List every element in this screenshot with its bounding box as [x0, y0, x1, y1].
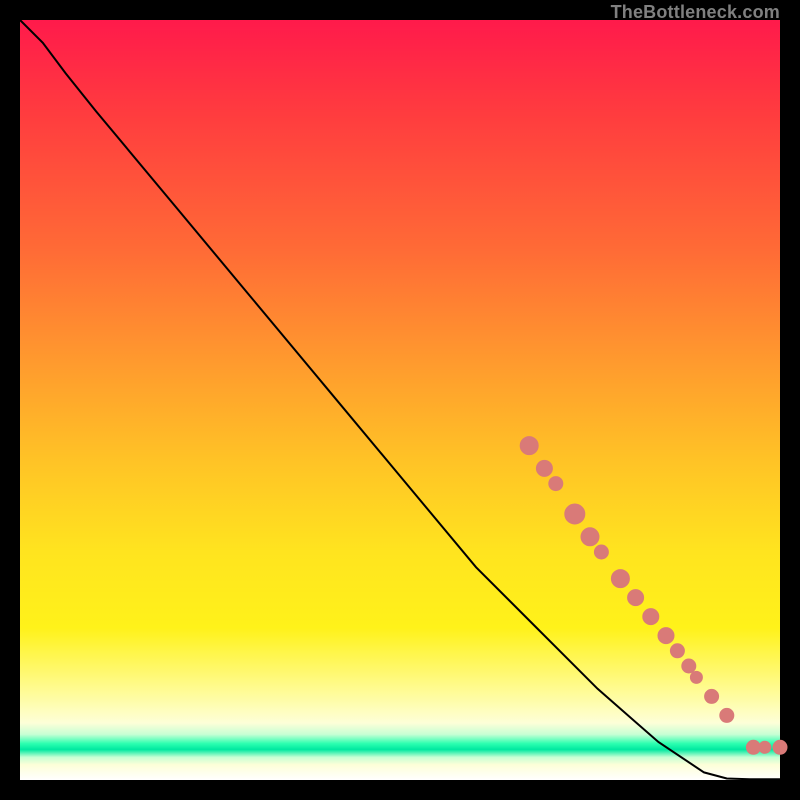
- bottleneck-curve: [20, 20, 780, 779]
- data-marker: [670, 644, 684, 658]
- data-marker: [773, 740, 787, 754]
- data-marker: [643, 609, 659, 625]
- chart-frame: TheBottleneck.com: [20, 20, 780, 780]
- data-marker: [581, 528, 599, 546]
- data-marker: [611, 570, 629, 588]
- data-marker: [682, 659, 696, 673]
- data-marker: [720, 708, 734, 722]
- data-marker: [549, 477, 563, 491]
- data-marker: [594, 545, 608, 559]
- data-marker: [759, 741, 771, 753]
- data-marker: [658, 628, 674, 644]
- data-marker: [565, 504, 585, 524]
- data-marker: [536, 460, 552, 476]
- curve-markers: [520, 437, 787, 755]
- chart-overlay: [20, 20, 780, 780]
- data-marker: [690, 671, 702, 683]
- data-marker: [520, 437, 538, 455]
- data-marker: [628, 590, 644, 606]
- data-marker: [705, 689, 719, 703]
